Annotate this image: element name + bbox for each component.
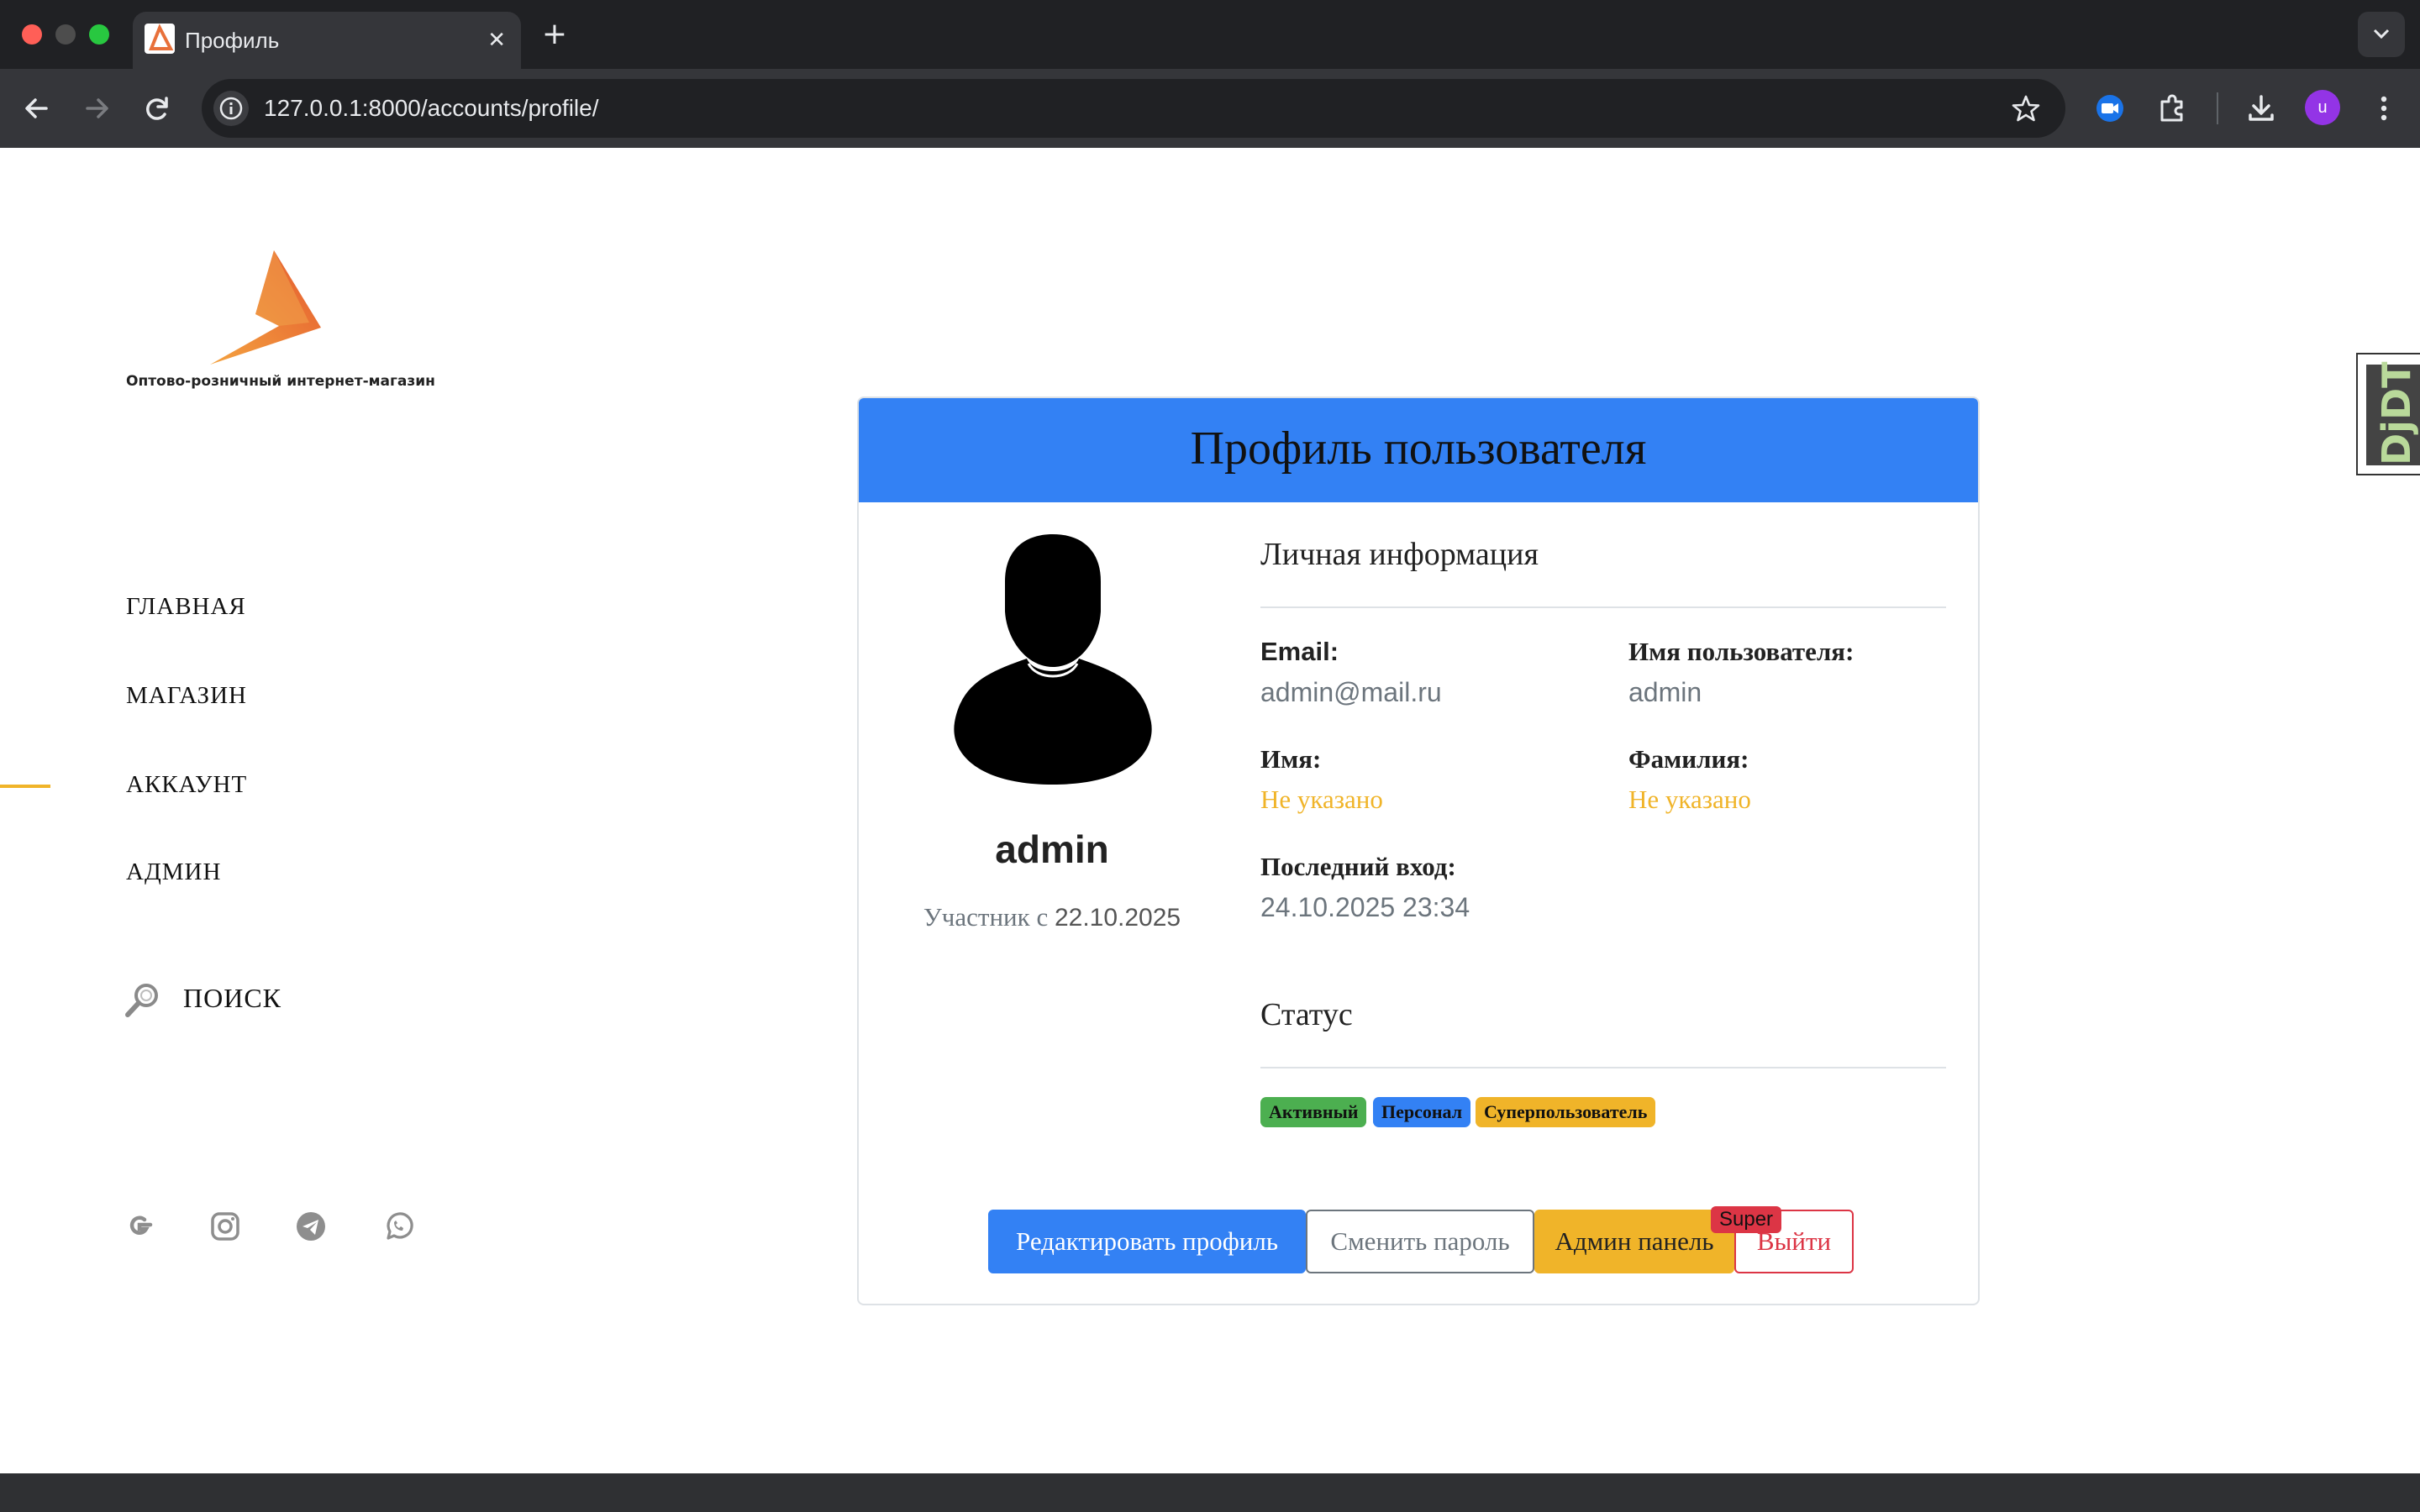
bookmark-star-icon[interactable]: [2010, 92, 2042, 124]
divider: [1260, 1067, 1946, 1068]
tab-title: Профиль: [185, 28, 280, 53]
profile-username-heading: admin: [995, 827, 1109, 871]
last-login-label: Последний вход:: [1260, 852, 1456, 881]
forward-arrow-icon[interactable]: [77, 89, 116, 128]
browser-toolbar: 127.0.0.1:8000/accounts/profile/: [0, 69, 2420, 148]
video-extension-icon[interactable]: [2091, 89, 2129, 128]
url-text[interactable]: 127.0.0.1:8000/accounts/profile/: [264, 79, 599, 138]
profile-card-header: Профиль пользователя: [859, 398, 1978, 502]
status-badge-superuser: Суперпользователь: [1476, 1097, 1656, 1127]
tab-close-icon[interactable]: ✕: [487, 12, 506, 69]
logo-caption: Оптово-розничный интернет-магазин: [126, 373, 435, 390]
first-name-label: Имя:: [1260, 744, 1322, 774]
super-badge: Super: [1711, 1206, 1782, 1233]
member-since: Участник с 22.10.2025: [859, 902, 1245, 932]
debug-toolbar-label[interactable]: DjDT: [2371, 360, 2420, 470]
personal-info-heading: Личная информация: [1260, 537, 1539, 572]
telegram-icon[interactable]: [294, 1210, 328, 1243]
change-password-button[interactable]: Сменить пароль: [1306, 1210, 1534, 1273]
download-icon[interactable]: [2242, 89, 2281, 128]
last-name-label: Фамилия:: [1628, 744, 1749, 774]
browser-profile-avatar[interactable]: u: [2305, 90, 2340, 125]
last-name-value: Не указано: [1628, 785, 1751, 814]
search-link[interactable]: ПОИСК: [183, 983, 281, 1014]
toolbar-separator: [2217, 92, 2218, 124]
email-value: admin@mail.ru: [1260, 677, 1442, 707]
store-logo[interactable]: [205, 245, 331, 367]
maximize-window-button[interactable]: [89, 24, 109, 45]
search-icon[interactable]: [123, 981, 161, 1020]
reload-icon[interactable]: [138, 89, 176, 128]
google-icon[interactable]: [123, 1210, 156, 1243]
email-label: Email:: [1260, 637, 1339, 666]
new-tab-button[interactable]: +: [538, 12, 571, 57]
username-label: Имя пользователя:: [1628, 637, 1854, 666]
last-login-value: 24.10.2025 23:34: [1260, 892, 1470, 922]
instagram-icon[interactable]: [208, 1210, 242, 1243]
edit-profile-button[interactable]: Редактировать профиль: [988, 1210, 1306, 1273]
svg-text:DjDT: DjDT: [2374, 361, 2419, 465]
whatsapp-icon[interactable]: [381, 1210, 415, 1243]
site-info-icon[interactable]: [213, 91, 249, 126]
profile-card: Профиль пользователя admin Участник с 22…: [857, 396, 1980, 1305]
status-badge-active: Активный: [1260, 1097, 1367, 1127]
divider: [1260, 606, 1946, 608]
address-bar[interactable]: 127.0.0.1:8000/accounts/profile/: [202, 79, 2065, 138]
nav-item-shop[interactable]: МАГАЗИН: [126, 682, 247, 710]
user-avatar-icon: [954, 534, 1152, 785]
page-title: Профиль пользователя: [1190, 423, 1647, 475]
nav-active-indicator: [0, 785, 50, 788]
chevron-down-icon: [2373, 29, 2390, 39]
site-favicon-icon: [145, 24, 175, 54]
status-heading: Статус: [1260, 997, 1353, 1032]
kebab-menu-icon[interactable]: [2365, 89, 2403, 128]
close-window-button[interactable]: [22, 24, 42, 45]
page-footer-bar: [0, 1473, 2420, 1512]
admin-panel-button[interactable]: Админ панель: [1534, 1210, 1734, 1273]
nav-item-admin[interactable]: АДМИН: [126, 858, 221, 886]
extensions-puzzle-icon[interactable]: [2153, 89, 2191, 128]
member-since-label: Участник с: [923, 902, 1049, 932]
first-name-value: Не указано: [1260, 785, 1383, 814]
nav-item-account[interactable]: АККАУНТ: [126, 771, 247, 799]
back-arrow-icon[interactable]: [18, 89, 56, 128]
username-value: admin: [1628, 677, 1702, 707]
nav-item-home[interactable]: ГЛАВНАЯ: [126, 593, 246, 621]
member-since-date: 22.10.2025: [1054, 904, 1181, 932]
status-badge-staff: Персонал: [1373, 1097, 1471, 1127]
tab-search-button[interactable]: [2358, 12, 2405, 57]
browser-tab-active[interactable]: Профиль ✕: [133, 12, 521, 69]
minimize-window-button[interactable]: [55, 24, 76, 45]
browser-tab-bar: Профиль ✕ +: [0, 0, 2420, 69]
